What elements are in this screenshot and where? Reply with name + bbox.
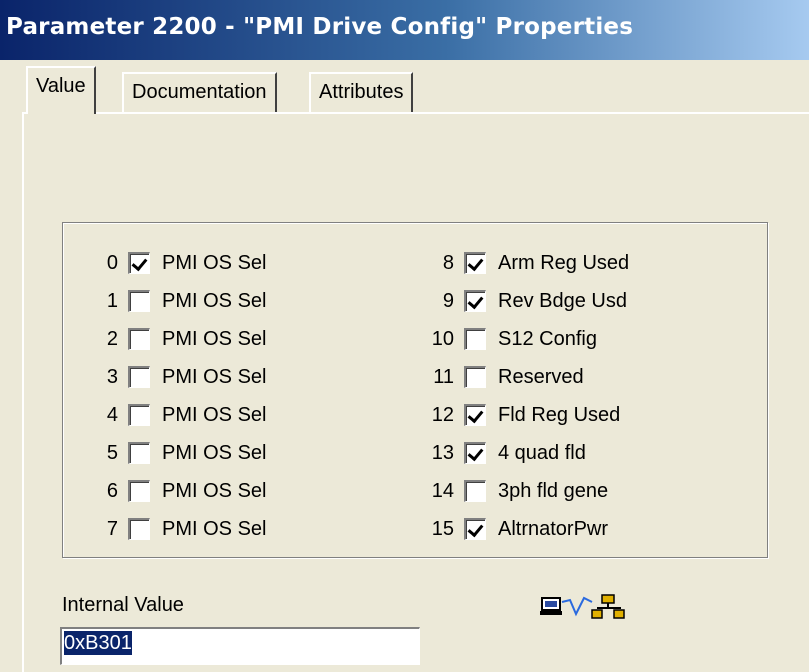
- bit-label: Fld Reg Used: [498, 403, 621, 426]
- bit-row[interactable]: 8 Arm Reg Used: [420, 248, 629, 278]
- bit-checkbox[interactable]: [464, 328, 486, 350]
- bit-number: 1: [106, 289, 118, 312]
- bit-checkbox[interactable]: [128, 480, 150, 502]
- bit-checkbox[interactable]: [128, 290, 150, 312]
- bit-checkbox[interactable]: [464, 366, 486, 388]
- bit-row[interactable]: 9 Rev Bdge Usd: [420, 286, 627, 316]
- bit-label: 4 quad fld: [498, 441, 586, 464]
- network-link-icon[interactable]: [540, 592, 640, 622]
- internal-value-field[interactable]: 0xB301: [60, 627, 420, 665]
- bit-row[interactable]: 0 PMI OS Sel: [84, 248, 266, 278]
- bit-checkbox[interactable]: [464, 290, 486, 312]
- tab-value[interactable]: Value: [26, 66, 96, 114]
- bit-checkbox[interactable]: [128, 252, 150, 274]
- bit-number: 7: [106, 517, 118, 540]
- tab-value-label: Value: [36, 75, 86, 97]
- internal-value-label: Internal Value: [62, 594, 184, 616]
- bit-label: 3ph fld gene: [498, 479, 609, 502]
- bit-number: 2: [106, 327, 118, 350]
- bit-label: PMI OS Sel: [162, 479, 267, 502]
- bit-row[interactable]: 12 Fld Reg Used: [420, 400, 620, 430]
- bit-checkbox[interactable]: [128, 328, 150, 350]
- bit-checkbox[interactable]: [464, 252, 486, 274]
- bit-number: 9: [442, 289, 454, 312]
- bit-label: Arm Reg Used: [498, 251, 630, 274]
- bit-label: Reserved: [498, 365, 584, 388]
- bit-row[interactable]: 1 PMI OS Sel: [84, 286, 266, 316]
- bit-label: PMI OS Sel: [162, 365, 267, 388]
- bit-row[interactable]: 10 S12 Config: [420, 324, 597, 354]
- bit-checkbox[interactable]: [464, 518, 486, 540]
- bit-label: PMI OS Sel: [162, 403, 267, 426]
- bit-number: 0: [106, 251, 118, 274]
- bit-row[interactable]: 15 AltrnatorPwr: [420, 514, 608, 544]
- bit-checkbox[interactable]: [128, 518, 150, 540]
- internal-value-text: 0xB301: [64, 631, 132, 655]
- title-bar: Parameter 2200 - "PMI Drive Config" Prop…: [0, 0, 809, 60]
- bit-number: 10: [431, 327, 454, 350]
- bit-label: PMI OS Sel: [162, 327, 267, 350]
- bit-checkbox[interactable]: [464, 480, 486, 502]
- bit-checkbox[interactable]: [128, 442, 150, 464]
- bit-label: PMI OS Sel: [162, 517, 267, 540]
- bit-label: Rev Bdge Usd: [498, 289, 627, 312]
- bit-row[interactable]: 13 4 quad fld: [420, 438, 586, 468]
- tab-attributes[interactable]: Attributes: [309, 72, 414, 112]
- bit-checkbox[interactable]: [464, 442, 486, 464]
- bit-number: 4: [106, 403, 118, 426]
- bit-label: PMI OS Sel: [162, 441, 267, 464]
- bit-row[interactable]: 2 PMI OS Sel: [84, 324, 266, 354]
- bit-checkbox[interactable]: [128, 404, 150, 426]
- bit-checkbox[interactable]: [128, 366, 150, 388]
- bit-checkbox[interactable]: [464, 404, 486, 426]
- bit-row[interactable]: 14 3ph fld gene: [420, 476, 608, 506]
- bit-number: 5: [106, 441, 118, 464]
- bit-row[interactable]: 6 PMI OS Sel: [84, 476, 266, 506]
- bit-number: 14: [431, 479, 454, 502]
- window-title: Parameter 2200 - "PMI Drive Config" Prop…: [6, 14, 634, 40]
- bit-row[interactable]: 4 PMI OS Sel: [84, 400, 266, 430]
- bit-number: 11: [433, 365, 454, 388]
- tab-attributes-label: Attributes: [319, 81, 404, 103]
- bit-number: 13: [431, 441, 454, 464]
- bit-number: 12: [431, 403, 454, 426]
- bit-label: PMI OS Sel: [162, 251, 267, 274]
- bit-row[interactable]: 11 Reserved: [420, 362, 584, 392]
- bit-label: PMI OS Sel: [162, 289, 267, 312]
- bit-row[interactable]: 5 PMI OS Sel: [84, 438, 266, 468]
- bit-number: 8: [442, 251, 454, 274]
- bit-row[interactable]: 3 PMI OS Sel: [84, 362, 266, 392]
- bit-number: 3: [106, 365, 118, 388]
- bit-number: 15: [431, 517, 454, 540]
- tab-documentation[interactable]: Documentation: [122, 72, 277, 112]
- tab-documentation-label: Documentation: [132, 81, 267, 103]
- bit-number: 6: [106, 479, 118, 502]
- bit-row[interactable]: 7 PMI OS Sel: [84, 514, 266, 544]
- bit-label: S12 Config: [498, 327, 597, 350]
- bit-label: AltrnatorPwr: [498, 517, 609, 540]
